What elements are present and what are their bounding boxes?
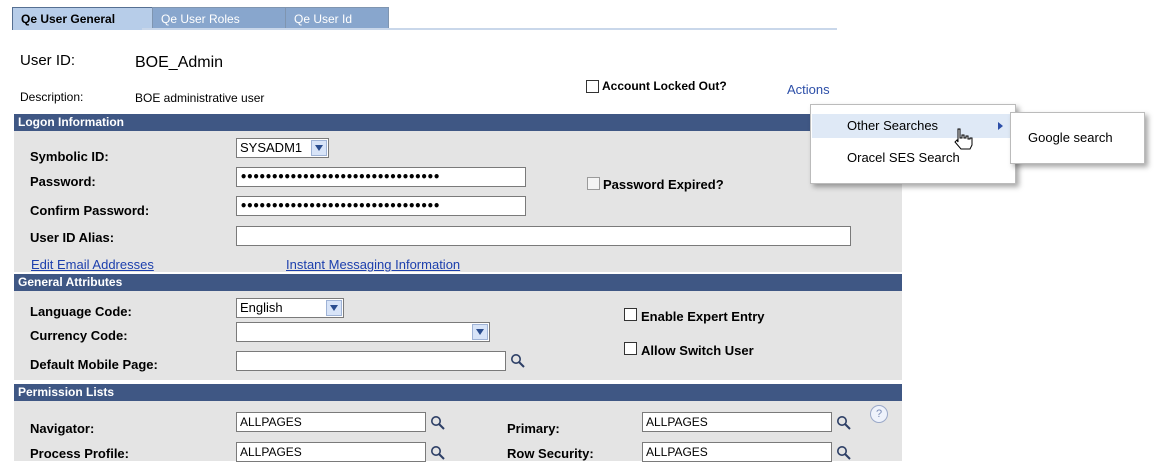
menu-item-label: Google search [1028,130,1113,145]
tab-qe-user-roles[interactable]: Qe User Roles [152,7,287,30]
language-code-label: Language Code: [30,304,132,319]
password-field[interactable]: •••••••••••••••••••••••••••••••• [236,167,526,187]
symbolic-id-value: SYSADM1 [240,140,303,155]
user-id-alias-label: User ID Alias: [30,230,115,245]
description-label: Description: [20,90,84,104]
currency-code-select[interactable] [236,322,490,342]
edit-email-addresses-link[interactable]: Edit Email Addresses [31,257,154,272]
default-mobile-page-label: Default Mobile Page: [30,357,158,372]
default-mobile-page-field[interactable] [236,351,506,371]
confirm-password-label: Confirm Password: [30,203,150,218]
user-id-alias-field[interactable] [236,226,851,246]
other-searches-submenu: Google search [1010,112,1145,164]
lookup-icon[interactable] [510,353,526,369]
tab-qe-user-id[interactable]: Qe User Id [285,7,389,30]
chevron-right-icon [998,122,1003,130]
menu-item-oracel-ses-search[interactable]: Oracel SES Search [812,146,1012,170]
process-profile-label: Process Profile: [30,446,129,461]
user-id-value: BOE_Admin [135,54,224,71]
allow-switch-user-label: Allow Switch User [641,343,754,358]
password-expired-label: Password Expired? [603,177,724,192]
account-locked-checkbox[interactable] [586,80,599,93]
help-glyph: ? [875,408,883,420]
logon-information-header: Logon Information [14,114,902,131]
lookup-icon[interactable] [836,445,852,461]
actions-link[interactable]: Actions [787,82,830,97]
general-attributes-header: General Attributes [14,274,902,291]
chevron-down-icon [472,324,488,340]
currency-code-label: Currency Code: [30,328,128,343]
menu-item-label: Other Searches [847,118,939,133]
enable-expert-entry-checkbox[interactable] [624,308,637,321]
navigator-label: Navigator: [30,421,95,436]
language-code-select[interactable]: English [236,298,344,318]
enable-expert-entry-label: Enable Expert Entry [641,309,765,324]
confirm-password-field[interactable]: •••••••••••••••••••••••••••••••• [236,196,526,216]
menu-item-label: Oracel SES Search [847,150,960,165]
password-expired-checkbox [587,177,600,190]
chevron-down-icon [326,300,342,316]
process-profile-field[interactable]: ALLPAGES [236,442,426,462]
actions-menu: Other Searches Oracel SES Search [810,104,1016,184]
allow-switch-user-checkbox[interactable] [624,342,637,355]
tab-qe-user-general[interactable]: Qe User General [12,7,155,30]
instant-messaging-link[interactable]: Instant Messaging Information [286,257,460,272]
menu-item-other-searches[interactable]: Other Searches [812,114,1012,138]
permission-lists-header: Permission Lists [14,384,902,401]
help-icon[interactable]: ? [870,405,888,423]
lookup-icon[interactable] [430,445,446,461]
symbolic-id-select[interactable]: SYSADM1 [236,138,329,158]
language-code-value: English [240,300,283,315]
row-security-field[interactable]: ALLPAGES [642,442,832,462]
primary-field[interactable]: ALLPAGES [642,412,832,432]
symbolic-id-label: Symbolic ID: [30,149,109,164]
lookup-icon[interactable] [836,415,852,431]
menu-item-google-search[interactable]: Google search [1012,126,1142,150]
lookup-icon[interactable] [430,415,446,431]
password-label: Password: [30,174,96,189]
chevron-down-icon [311,140,327,156]
tab-baseline [142,28,837,30]
hand-cursor-icon [954,128,973,150]
primary-label: Primary: [507,421,560,436]
navigator-field[interactable]: ALLPAGES [236,412,426,432]
description-value: BOE administrative user [135,91,265,105]
row-security-label: Row Security: [507,446,594,461]
account-locked-label: Account Locked Out? [602,79,727,93]
user-id-label: User ID: [20,52,76,69]
